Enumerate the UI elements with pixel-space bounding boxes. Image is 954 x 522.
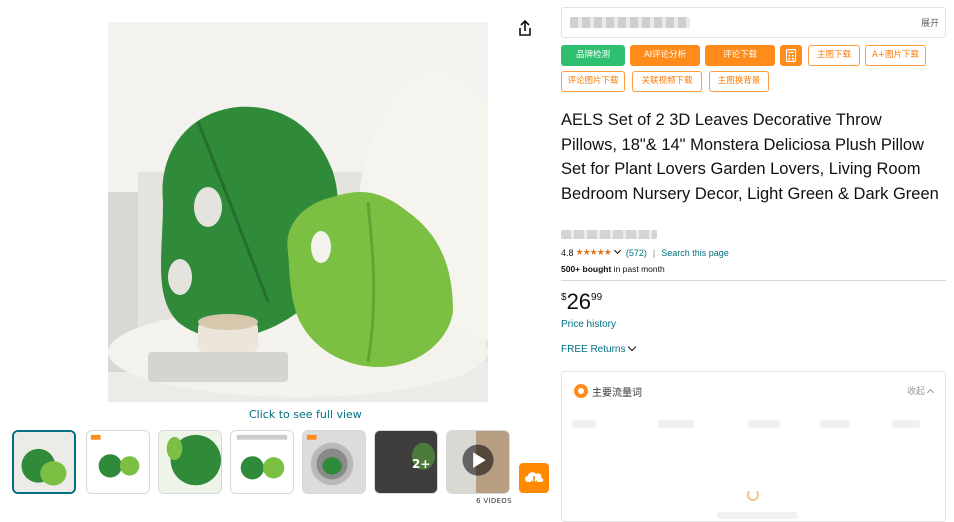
traffic-keywords-panel: 主要流量词 收起 — [561, 371, 946, 522]
divider-line — [561, 280, 946, 281]
blurred-store-link[interactable] — [561, 230, 657, 239]
free-returns-label: FREE Returns — [561, 344, 626, 355]
price-symbol: $ — [561, 292, 567, 303]
collapse-toggle[interactable]: 收起 — [906, 384, 935, 397]
rating-value: 4.8 — [561, 247, 574, 258]
bought-count: 500+ bought — [561, 264, 612, 274]
price: $2699 — [561, 289, 602, 315]
product-title: AELS Set of 2 3D Leaves Decorative Throw… — [561, 111, 939, 203]
main-image-download-button[interactable]: 主图下载 — [808, 45, 860, 66]
brand-check-button[interactable]: 品牌检测 — [561, 45, 625, 66]
download-icon[interactable] — [519, 463, 549, 493]
ai-review-analysis-button[interactable]: AI评论分析 — [630, 45, 700, 66]
column-header — [820, 420, 850, 428]
column-header — [572, 420, 596, 428]
star-rating-icon[interactable]: ★★★★★ — [576, 247, 612, 258]
main-product-image[interactable] — [108, 22, 488, 402]
collapse-label: 收起 — [906, 387, 925, 397]
see-full-view-link[interactable]: Click to see full view — [249, 408, 362, 421]
search-this-page-link[interactable]: Search this page — [661, 248, 729, 258]
expand-toggle[interactable]: 展开 — [921, 16, 939, 29]
thumbnail-4[interactable] — [230, 430, 294, 494]
thumbnail-5[interactable] — [302, 430, 366, 494]
column-header — [658, 420, 694, 428]
keyword-icon — [574, 384, 588, 398]
rating-row: 4.8 ★★★★★ (572) | Search this page — [561, 246, 729, 258]
price-fraction: 99 — [591, 292, 603, 303]
price-whole: 26 — [566, 289, 592, 314]
replace-background-button[interactable]: 主图换背景 — [709, 71, 769, 92]
chevron-down-icon — [628, 342, 637, 352]
chevron-down-icon[interactable] — [613, 246, 621, 255]
panel-title: 主要流量词 — [592, 388, 642, 399]
free-returns-link[interactable]: FREE Returns — [561, 342, 637, 355]
bought-period: in past month — [611, 264, 665, 274]
divider: | — [652, 247, 656, 258]
chevron-up-icon — [926, 388, 935, 397]
column-header — [748, 420, 780, 428]
calculator-icon[interactable] — [780, 45, 802, 66]
review-count-link[interactable]: (572) — [626, 248, 647, 258]
more-images-count: 2+ — [412, 457, 431, 471]
related-video-download-button[interactable]: 关联视频下载 — [632, 71, 702, 92]
column-header — [892, 420, 920, 428]
thumbnail-2[interactable] — [86, 430, 150, 494]
loading-spinner-icon — [747, 489, 759, 501]
videos-count-label: 6 VIDEOS — [476, 497, 512, 505]
plugin-header-bar: 展开 — [561, 7, 946, 38]
review-download-button[interactable]: 评论下载 — [705, 45, 775, 66]
blurred-text — [570, 17, 690, 28]
loading-text — [717, 512, 797, 519]
bought-in-past-month: 500+ bought in past month — [561, 264, 665, 274]
a-plus-image-download-button[interactable]: A+图片下载 — [865, 45, 926, 66]
thumbnail-video[interactable] — [446, 430, 510, 494]
price-history-link[interactable]: Price history — [561, 319, 616, 330]
thumbnail-1[interactable] — [12, 430, 76, 494]
share-icon[interactable] — [514, 18, 536, 40]
thumbnail-3[interactable] — [158, 430, 222, 494]
review-image-download-button[interactable]: 评论图片下载 — [561, 71, 625, 92]
